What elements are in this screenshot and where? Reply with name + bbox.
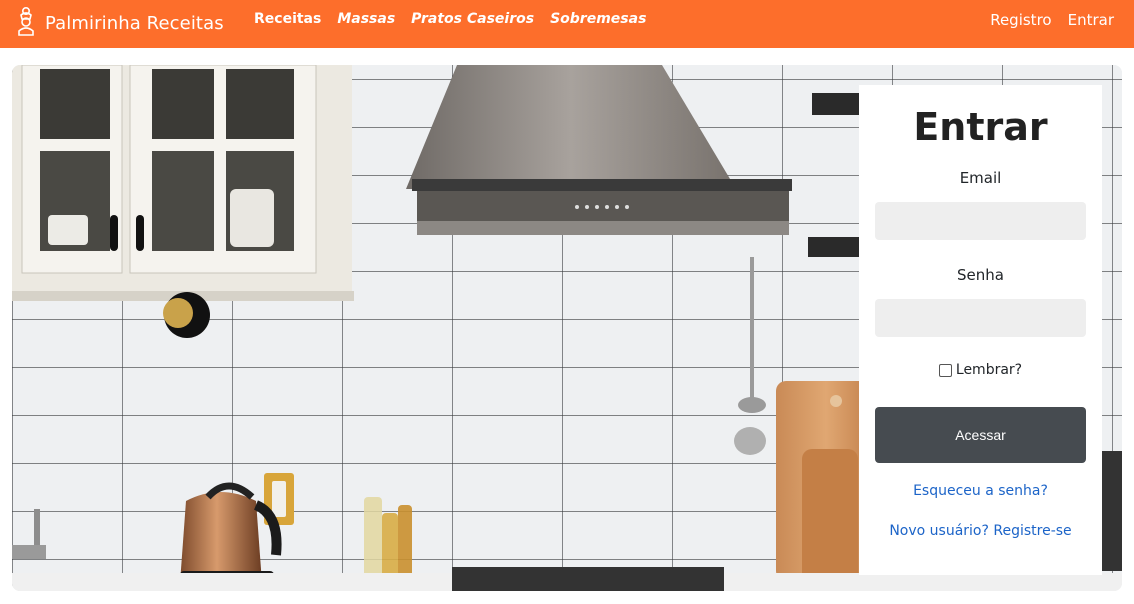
account-nav: Registro Entrar bbox=[990, 11, 1114, 29]
login-card: Entrar Email Senha Lembrar? Acessar Esqu… bbox=[859, 85, 1102, 575]
nav-registro[interactable]: Registro bbox=[990, 11, 1051, 29]
brand-name: Palmirinha Receitas bbox=[45, 12, 224, 34]
chef-icon bbox=[15, 6, 37, 40]
login-title: Entrar bbox=[913, 105, 1048, 149]
email-field[interactable] bbox=[875, 202, 1086, 240]
email-label: Email bbox=[959, 169, 1002, 187]
nav-massas[interactable]: Massas bbox=[337, 11, 395, 27]
submit-button[interactable]: Acessar bbox=[875, 407, 1086, 463]
remember-row: Lembrar? bbox=[859, 362, 1102, 378]
navbar: Palmirinha Receitas Receitas Massas Prat… bbox=[0, 0, 1134, 48]
nav-pratos-caseiros[interactable]: Pratos Caseiros bbox=[411, 11, 534, 27]
password-label: Senha bbox=[957, 266, 1004, 284]
brand-link[interactable]: Palmirinha Receitas bbox=[15, 6, 224, 40]
nav-sobremesas[interactable]: Sobremesas bbox=[550, 11, 646, 27]
main-nav: Receitas Massas Pratos Caseiros Sobremes… bbox=[254, 11, 646, 27]
nav-receitas[interactable]: Receitas bbox=[254, 11, 321, 27]
remember-checkbox[interactable] bbox=[938, 363, 952, 377]
nav-entrar[interactable]: Entrar bbox=[1068, 11, 1114, 29]
register-link[interactable]: Novo usuário? Registre-se bbox=[859, 523, 1102, 539]
remember-label: Lembrar? bbox=[955, 362, 1023, 378]
forgot-password-link[interactable]: Esqueceu a senha? bbox=[859, 483, 1102, 499]
password-field[interactable] bbox=[875, 299, 1086, 337]
